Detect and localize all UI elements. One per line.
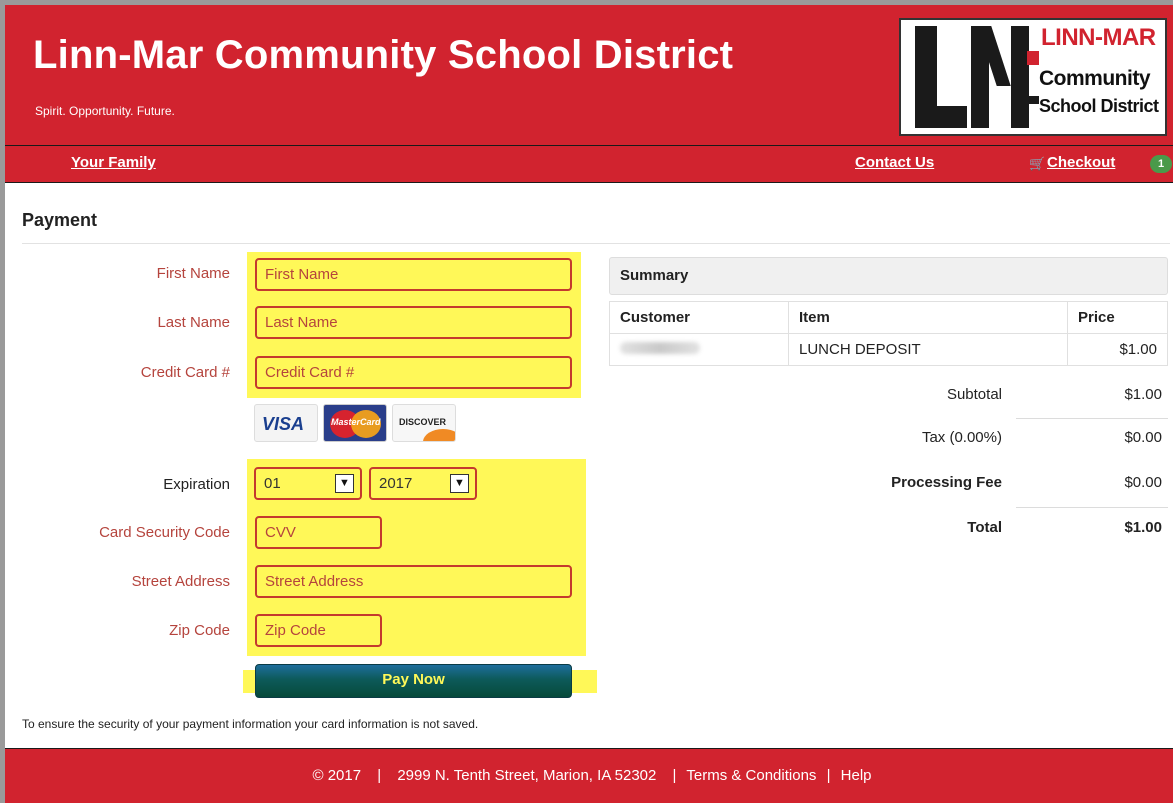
fee-label: Processing Fee [891,474,1002,491]
pay-now-button[interactable]: Pay Now [255,664,572,698]
cvv-label: Card Security Code [99,524,230,541]
main-nav: Your Family Contact Us 🛒 Checkout 1 [5,145,1173,183]
summary-table: Customer Item Price LUNCH DEPOSIT $1.00 [609,301,1168,366]
exp-year-value: 2017 [379,475,413,492]
logo-text-community: Community [1039,67,1151,90]
page-title: Payment [22,210,98,230]
card-number-label: Credit Card # [140,364,230,381]
customer-cell [609,333,789,366]
total-label: Total [967,519,1002,536]
exp-month-value: 01 [264,475,281,492]
subtotal-value: $1.00 [1124,386,1162,403]
subtotal-label: Subtotal [946,386,1002,403]
visa-text: VISA [262,414,305,434]
column-customer: Customer [609,301,789,334]
footer-copyright: © 2017 [312,767,362,784]
footer-help-link[interactable]: Help [841,767,872,784]
item-cell: LUNCH DEPOSIT [788,333,1068,366]
nav-checkout[interactable]: Checkout [1047,154,1115,171]
customer-name-redacted [620,342,700,354]
card-number-field[interactable]: Credit Card # [255,356,572,389]
order-summary: Summary Customer Item Price LUNCH DEPOSI… [609,257,1168,366]
site-header: Linn-Mar Community School District Spiri… [5,5,1173,145]
summary-header-row: Customer Item Price [609,301,1168,334]
exp-year-select[interactable]: 2017 ▼ [369,467,477,500]
exp-month-select[interactable]: 01 ▼ [254,467,362,500]
site-footer: © 2017 | 2999 N. Tenth Street, Marion, I… [5,748,1173,803]
logo-text-school-district: School District [1039,96,1159,116]
cvv-field[interactable]: CVV [255,516,382,549]
last-name-field[interactable]: Last Name [255,306,572,339]
last-name-label: Last Name [157,314,230,331]
footer-address: 2999 N. Tenth Street, Marion, IA 52302 [397,767,657,784]
site-title: Linn-Mar Community School District [33,33,734,77]
security-note: To ensure the security of your payment i… [22,717,479,731]
footer-terms-link[interactable]: Terms & Conditions [686,767,816,784]
zip-label: Zip Code [169,622,230,639]
price-cell: $1.00 [1067,333,1168,366]
nav-contact-us[interactable]: Contact Us [855,154,934,171]
expiration-label: Expiration [163,476,230,493]
first-name-label: First Name [156,265,230,282]
first-name-field[interactable]: First Name [255,258,572,291]
divider [1016,418,1168,419]
logo-l-foot [915,106,967,128]
street-label: Street Address [131,573,230,590]
column-price: Price [1067,301,1168,334]
street-address-field[interactable]: Street Address [255,565,572,598]
column-item: Item [788,301,1068,334]
discover-logo: DISCOVER [392,404,456,442]
logo-dark-block [1027,96,1039,104]
footer-separator: | [377,767,382,784]
logo-red-block [1027,51,1039,65]
chevron-down-icon[interactable]: ▼ [335,474,354,493]
divider [1016,507,1168,508]
tax-label: Tax (0.00%) [921,429,1002,446]
mastercard-text: MasterCard [331,417,381,427]
summary-title: Summary [609,257,1168,295]
discover-text: DISCOVER [399,417,447,427]
cart-icon[interactable]: 🛒 [1029,156,1045,172]
logo-text-linnmar: LINN-MAR [1041,24,1156,51]
chevron-down-icon[interactable]: ▼ [450,474,469,493]
footer-separator: | [672,767,677,784]
zip-code-field[interactable]: Zip Code [255,614,382,647]
logo-m-right [1011,26,1029,128]
cart-count-badge: 1 [1150,155,1172,173]
district-logo[interactable]: LINN-MAR Community School District [899,18,1167,136]
visa-logo: VISA [254,404,318,442]
fee-value: $0.00 [1124,474,1162,491]
nav-your-family[interactable]: Your Family [71,154,156,171]
mastercard-logo: MasterCard [323,404,387,442]
table-row: LUNCH DEPOSIT $1.00 [609,333,1168,366]
discover-swoosh [423,429,455,441]
tax-value: $0.00 [1124,429,1162,446]
heading-divider [22,243,1170,244]
site-tagline: Spirit. Opportunity. Future. [35,104,175,118]
total-value: $1.00 [1124,519,1162,536]
footer-separator: | [826,767,831,784]
